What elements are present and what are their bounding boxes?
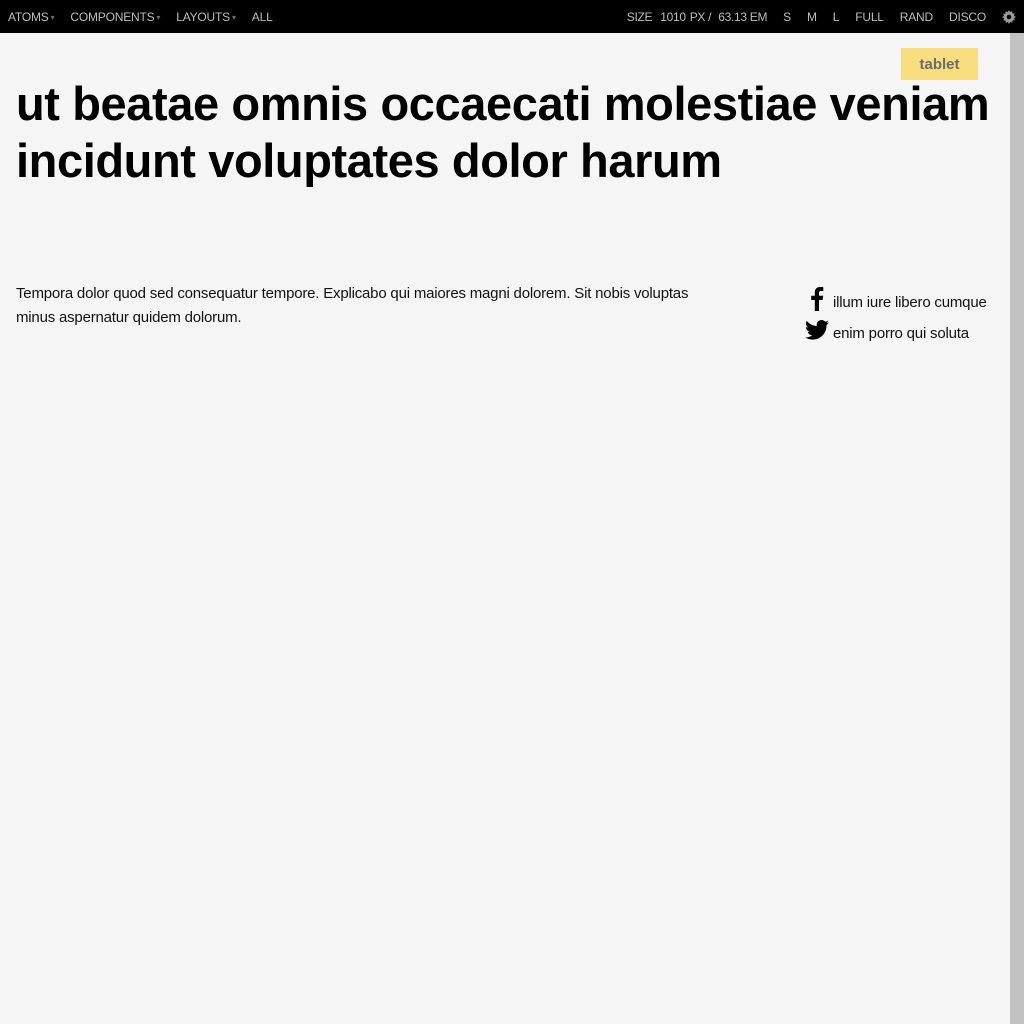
article-summary: Tempora dolor quod sed consequatur tempo… [16,285,689,326]
disco-mode-button[interactable]: DISCO [941,0,994,33]
size-s-button[interactable]: S [775,0,799,33]
size-readout: SIZE 1010 PX / 63.13 EM [627,0,775,33]
toolbar-nav: ATOMS ▾ COMPONENTS ▾ LAYOUTS ▾ ALL [0,0,281,33]
pattern-lab-toolbar: ATOMS ▾ COMPONENTS ▾ LAYOUTS ▾ ALL SIZE … [0,0,1024,33]
size-random-button[interactable]: RAND [892,0,941,33]
social-link-twitter[interactable]: enim porro qui soluta [804,312,1004,343]
gear-icon[interactable] [994,0,1024,33]
size-full-button[interactable]: FULL [847,0,892,33]
social-links: illum iure libero cumque enim porro qui … [804,281,1004,343]
pattern-viewport: tablet ut beatae omnis occaecati molesti… [0,33,1010,1024]
nav-all-label: ALL [251,9,273,24]
social-label: illum iure libero cumque [833,294,987,311]
chevron-down-icon: ▾ [50,12,55,22]
toolbar-controls: SIZE 1010 PX / 63.13 EM S M L FULL RAND … [627,0,1024,33]
nav-components[interactable]: COMPONENTS ▾ [62,0,168,33]
size-l-button[interactable]: L [825,0,847,33]
page-title: ut beatae omnis occaecati molestiae veni… [16,77,990,187]
facebook-icon [804,286,830,312]
nav-atoms-label: ATOMS [8,9,49,24]
social-link-facebook[interactable]: illum iure libero cumque [804,281,1004,312]
size-label: SIZE [626,9,653,24]
size-px-unit: PX / [689,9,712,24]
chevron-down-icon: ▾ [156,12,161,22]
size-m-button[interactable]: M [799,0,825,33]
nav-layouts-label: LAYOUTS [176,9,230,24]
nav-atoms[interactable]: ATOMS ▾ [0,0,62,33]
nav-all[interactable]: ALL [244,0,281,33]
chevron-down-icon: ▾ [231,12,236,22]
social-label: enim porro qui soluta [833,325,969,342]
size-em-unit: EM [749,9,768,24]
size-px-value[interactable]: 1010 [660,10,686,24]
viewport-resize-handle[interactable] [1010,33,1024,1024]
size-em-value[interactable]: 63.13 [718,10,747,24]
nav-components-label: COMPONENTS [70,9,155,24]
twitter-icon [804,317,830,343]
nav-layouts[interactable]: LAYOUTS ▾ [168,0,244,33]
